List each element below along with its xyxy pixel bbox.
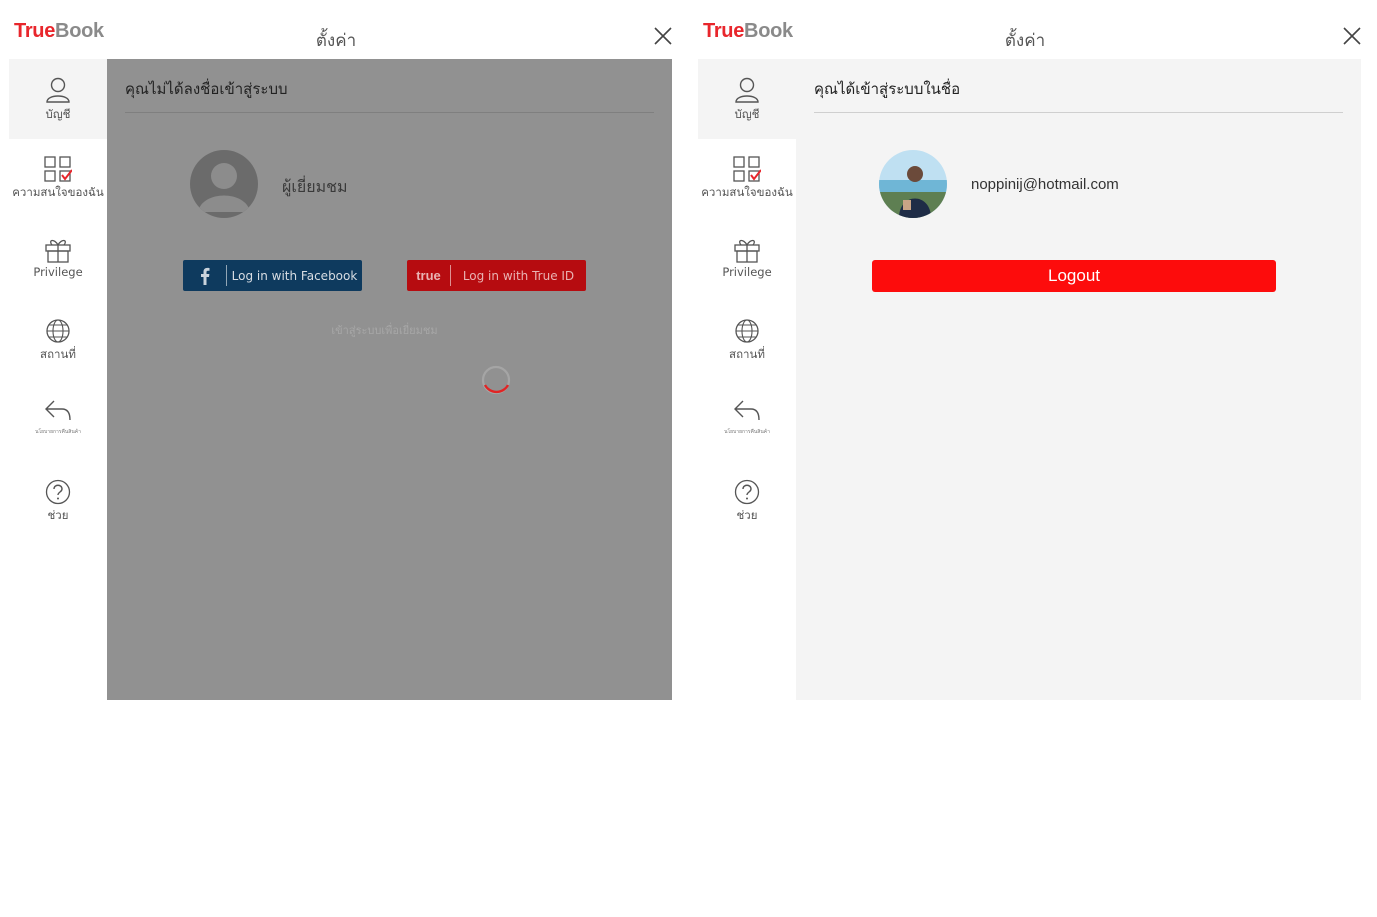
- sidebar-item-label: นโยบายการคืนสินค้า: [35, 429, 81, 435]
- page-title: ตั้งค่า: [315, 31, 357, 51]
- person-icon: [46, 77, 70, 103]
- user-avatar: [879, 150, 947, 218]
- sidebar-item-label: ความสนใจของฉัน: [701, 185, 793, 199]
- logout-button[interactable]: Logout: [872, 260, 1276, 292]
- return-arrow-icon: [734, 400, 760, 421]
- gift-icon: [734, 239, 760, 263]
- sidebar-item-help[interactable]: ช่วย: [698, 462, 796, 542]
- sidebar: บัญชี ความสนใจของฉัน Privilege สถานที่ น…: [9, 59, 107, 700]
- sidebar-item-interests[interactable]: ความสนใจของฉัน: [9, 139, 107, 219]
- sidebar-item-privilege[interactable]: Privilege: [698, 220, 796, 300]
- sidebar-item-return-policy[interactable]: นโยบายการคืนสินค้า: [9, 381, 107, 461]
- account-content: คุณได้เข้าสู่ระบบในชื่อ noppinij@hotmail…: [796, 59, 1361, 700]
- sidebar-item-location[interactable]: สถานที่: [9, 301, 107, 381]
- guest-name: ผู้เยี่ยมชม: [282, 177, 348, 196]
- sidebar-item-label: บัญชี: [45, 107, 71, 121]
- gift-icon: [45, 239, 71, 263]
- user-photo: [879, 150, 947, 218]
- login-status-heading: คุณไม่ได้ลงชื่อเข้าสู่ระบบ: [125, 80, 288, 98]
- sidebar-item-label: ช่วย: [47, 508, 69, 522]
- sidebar-item-label: บัญชี: [734, 107, 760, 121]
- default-avatar-icon: [198, 163, 250, 212]
- sidebar-item-help[interactable]: ช่วย: [9, 462, 107, 542]
- help-icon: [45, 479, 71, 505]
- user-email: noppinij@hotmail.com: [971, 176, 1119, 193]
- sidebar: บัญชี ความสนใจของฉัน Privilege สถานที่ น…: [698, 59, 796, 700]
- sidebar-item-label: สถานที่: [729, 347, 765, 361]
- sidebar-item-interests[interactable]: ความสนใจของฉัน: [698, 139, 796, 219]
- sidebar-item-privilege[interactable]: Privilege: [9, 220, 107, 300]
- sidebar-item-label: นโยบายการคืนสินค้า: [724, 429, 770, 435]
- globe-icon: [735, 319, 759, 343]
- top-bar: TrueBook ตั้งค่า: [689, 0, 1361, 59]
- facebook-login-button[interactable]: Log in with Facebook: [183, 260, 362, 291]
- top-bar: TrueBook ตั้งค่า: [0, 0, 672, 59]
- guest-avatar: [190, 150, 258, 218]
- sidebar-item-label: ความสนใจของฉัน: [12, 185, 104, 199]
- true-logo-icon: true: [407, 265, 451, 286]
- divider: [125, 112, 654, 113]
- sidebar-item-label: Privilege: [722, 265, 772, 279]
- return-arrow-icon: [45, 400, 71, 421]
- settings-panel-logged-in: TrueBook ตั้งค่า บัญชี ความสนใจของฉัน Pr…: [689, 0, 1361, 700]
- close-icon[interactable]: [1343, 27, 1361, 45]
- facebook-icon: [183, 265, 227, 286]
- sidebar-item-label: Privilege: [33, 265, 83, 279]
- sidebar-item-account[interactable]: บัญชี: [9, 59, 107, 139]
- person-icon: [735, 77, 759, 103]
- loading-spinner-icon: [481, 365, 511, 395]
- interests-grid-icon: [733, 156, 761, 182]
- interests-grid-icon: [44, 156, 72, 182]
- help-icon: [734, 479, 760, 505]
- guest-login-link[interactable]: เข้าสู่ระบบเพื่อเยี่ยมชม: [107, 321, 662, 339]
- sidebar-item-return-policy[interactable]: นโยบายการคืนสินค้า: [698, 381, 796, 461]
- account-content-overlay: คุณไม่ได้ลงชื่อเข้าสู่ระบบ ผู้เยี่ยมชม L…: [107, 59, 672, 700]
- divider: [814, 112, 1343, 113]
- sidebar-item-label: ช่วย: [736, 508, 758, 522]
- close-icon[interactable]: [654, 27, 672, 45]
- trueid-login-button[interactable]: true Log in with True ID: [407, 260, 586, 291]
- sidebar-item-account[interactable]: บัญชี: [698, 59, 796, 139]
- settings-panel-logged-out: TrueBook ตั้งค่า บัญชี ความสนใจของฉัน Pr…: [0, 0, 672, 700]
- sidebar-item-label: สถานที่: [40, 347, 76, 361]
- sidebar-item-location[interactable]: สถานที่: [698, 301, 796, 381]
- page-title: ตั้งค่า: [1004, 31, 1046, 51]
- login-status-heading: คุณได้เข้าสู่ระบบในชื่อ: [814, 80, 961, 98]
- globe-icon: [46, 319, 70, 343]
